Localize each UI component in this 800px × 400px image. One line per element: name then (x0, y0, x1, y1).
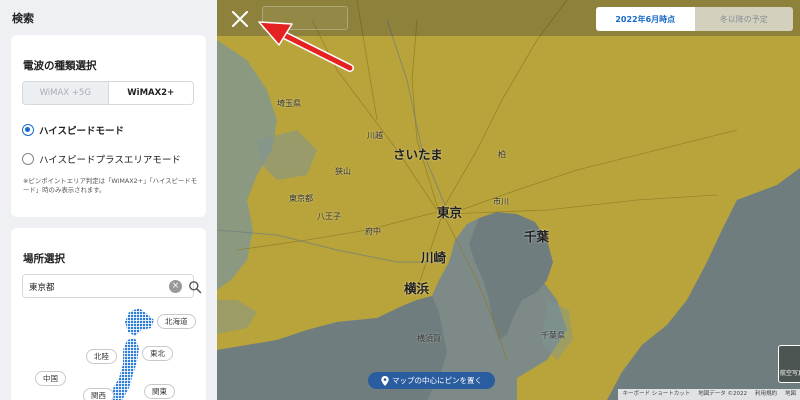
coverage-map[interactable]: さいたま 東京 千葉 川崎 横浜 埼玉県 川越 柏 東京都 八王子 府中 狭山 … (217, 0, 800, 400)
map-attribution: キーボード ショートカット 地図データ ©2022 利用規約 地図 (618, 389, 800, 400)
mode-option-label: ハイスピードプラスエリアモード (39, 155, 181, 166)
clear-icon[interactable]: × (169, 280, 182, 293)
place-label-tokyo-pref: 東京都 (289, 194, 313, 203)
wave-type-card: 電波の種類選択 WiMAX +5G WiMAX2+ ハイスピードモード ハイスピ… (11, 35, 206, 217)
place-label-chiba-pref: 千葉県 (541, 331, 565, 340)
city-label-chiba: 千葉 (524, 229, 550, 244)
region-button-tohoku[interactable]: 東北 (142, 346, 173, 361)
aerial-view-label: 航空写真 (780, 370, 800, 377)
map-data-credit: 地図データ ©2022 (698, 391, 747, 397)
place-pin-label: マップの中心にピンを置く (392, 376, 482, 385)
place-label-kawagoe: 川越 (367, 131, 383, 140)
place-search-input[interactable] (29, 279, 149, 294)
map-pin-icon (381, 375, 389, 386)
city-label-tokyo: 東京 (437, 205, 463, 220)
sidebar-title: 検索 (12, 12, 34, 25)
region-button-chugoku[interactable]: 中国 (35, 371, 66, 386)
keyboard-shortcut-link[interactable]: キーボード ショートカット (618, 389, 694, 400)
tab-future-plan[interactable]: 冬以降の予定 (694, 7, 793, 31)
date-toggle: 2022年6月時点 冬以降の予定 (596, 7, 793, 31)
search-icon[interactable] (188, 280, 202, 294)
region-button-hokkaido[interactable]: 北海道 (157, 314, 196, 329)
region-button-kansai[interactable]: 関西 (83, 388, 114, 400)
japan-mini-map: 北海道 北陸 東北 中国 関西 関東 (11, 306, 206, 400)
search-sidebar: 検索 電波の種類選択 WiMAX +5G WiMAX2+ ハイスピードモード ハ… (0, 0, 217, 400)
place-label-saitama-pref: 埼玉県 (277, 99, 301, 108)
place-select-heading: 場所選択 (23, 253, 65, 265)
tab-wimax-5g[interactable]: WiMAX +5G (23, 82, 108, 104)
pinpoint-note: ※ピンポイントエリア判定は「WiMAX2+」「ハイスピードモード」時のみ表示され… (23, 177, 198, 194)
place-label-sayama: 狭山 (335, 167, 351, 176)
place-label-yokosuka: 横須賀 (417, 334, 441, 343)
close-icon[interactable] (230, 9, 250, 29)
map-search-field[interactable] (262, 6, 348, 30)
radio-unselected-icon[interactable] (22, 153, 34, 165)
place-label-kashiwa: 柏 (498, 150, 506, 159)
tab-current-date[interactable]: 2022年6月時点 (596, 7, 695, 31)
place-search-box: × (22, 274, 202, 298)
place-select-card: 場所選択 × 北海道 北陸 東北 中国 (11, 228, 206, 400)
city-label-kawasaki: 川崎 (421, 250, 447, 265)
place-label-fuchu: 府中 (365, 227, 381, 236)
map-link[interactable]: 地図 (781, 389, 800, 400)
tab-wimax2plus[interactable]: WiMAX2+ (107, 82, 193, 104)
place-label-hachioji: 八王子 (317, 212, 341, 221)
city-label-yokohama: 横浜 (404, 281, 430, 296)
place-pin-button[interactable]: マップの中心にピンを置く (368, 372, 495, 389)
region-button-kanto[interactable]: 関東 (144, 384, 175, 399)
mode-option-highspeed-plus[interactable]: ハイスピードプラスエリアモード (22, 152, 181, 166)
aerial-view-button[interactable]: 航空写真 (778, 345, 800, 383)
mode-option-highspeed[interactable]: ハイスピードモード (22, 123, 124, 137)
region-button-hokuriku[interactable]: 北陸 (86, 349, 117, 364)
mode-option-label: ハイスピードモード (39, 126, 125, 137)
place-label-ichikawa: 市川 (493, 197, 509, 206)
wave-type-toggle: WiMAX +5G WiMAX2+ (22, 81, 194, 105)
wave-type-heading: 電波の種類選択 (23, 60, 97, 72)
hokkaido-shape (125, 308, 154, 336)
city-label-saitama: さいたま (393, 147, 443, 162)
radio-selected-icon[interactable] (22, 124, 34, 136)
terms-link[interactable]: 利用規約 (751, 389, 781, 400)
